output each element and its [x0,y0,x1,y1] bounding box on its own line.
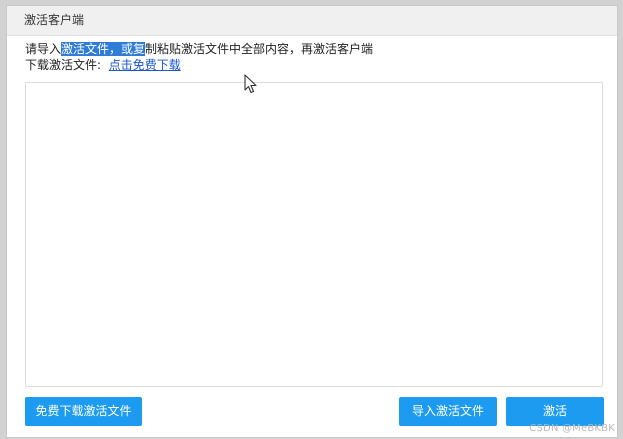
watermark-text: CSDN @MeBKBK [529,423,615,434]
download-label: 下载激活文件: [25,58,109,72]
import-file-button[interactable]: 导入激活文件 [399,397,497,426]
instruction-text-prefix: 请导入 [25,42,62,56]
dialog-title: 激活客户端 [7,6,617,36]
activation-content-input[interactable] [25,82,603,387]
free-download-link[interactable]: 点击免费下载 [109,58,181,72]
instructions: 请导入激活文件，或复制粘贴激活文件中全部内容，再激活客户端 下载激活文件: 点击… [25,41,373,73]
selected-instruction-text[interactable]: 激活文件，或复 [61,42,146,56]
activation-dialog: 激活客户端 请导入激活文件，或复制粘贴激活文件中全部内容，再激活客户端 下载激活… [6,5,618,438]
instruction-text-suffix: 制粘贴激活文件中全部内容，再激活客户端 [145,42,374,56]
instruction-line-2: 下载激活文件: 点击免费下载 [25,57,373,73]
mouse-cursor-icon [244,74,257,94]
activate-button[interactable]: 激活 [506,397,604,426]
free-download-file-button[interactable]: 免费下载激活文件 [25,397,142,426]
instruction-line-1: 请导入激活文件，或复制粘贴激活文件中全部内容，再激活客户端 [25,41,373,57]
